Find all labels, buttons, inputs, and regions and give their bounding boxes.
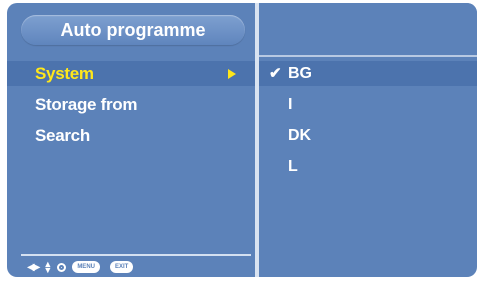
footer-controls: ◀▶ ▲ ▼ MENU EXIT	[27, 259, 143, 275]
footer-divider	[21, 254, 251, 256]
submenu-arrow-icon	[228, 69, 236, 79]
exit-button[interactable]: EXIT	[109, 261, 134, 273]
menu-item-system[interactable]: System	[7, 61, 255, 86]
left-right-arrows-icon: ◀▶	[27, 261, 40, 273]
ok-icon	[57, 262, 67, 272]
osd-menu: Auto programme System Storage from Searc…	[7, 3, 477, 277]
menu-item-label: Storage from	[35, 95, 138, 114]
menu-title-text: Auto programme	[60, 19, 206, 40]
up-down-arrows-icon: ▲ ▼	[43, 259, 53, 275]
system-option-i[interactable]: I	[259, 92, 477, 117]
menu-button[interactable]: MENU	[72, 261, 100, 273]
option-label: L	[288, 158, 298, 175]
menu-title: Auto programme	[21, 15, 245, 45]
menu-item-search[interactable]: Search	[7, 123, 255, 148]
system-option-bg[interactable]: ✔ BG	[259, 61, 477, 86]
option-label: DK	[288, 127, 312, 144]
checkmark-icon: ✔	[269, 65, 282, 82]
submenu-panel: ✔ BG I DK L	[259, 3, 477, 277]
option-label: I	[288, 96, 293, 113]
system-option-l[interactable]: L	[259, 154, 477, 179]
menu-item-label: System	[35, 64, 94, 83]
menu-item-storage-from[interactable]: Storage from	[7, 92, 255, 117]
option-label: BG	[288, 65, 312, 82]
menu-item-label: Search	[35, 126, 90, 145]
system-option-dk[interactable]: DK	[259, 123, 477, 148]
main-menu-panel: Auto programme System Storage from Searc…	[7, 3, 255, 277]
submenu-header	[259, 3, 477, 57]
